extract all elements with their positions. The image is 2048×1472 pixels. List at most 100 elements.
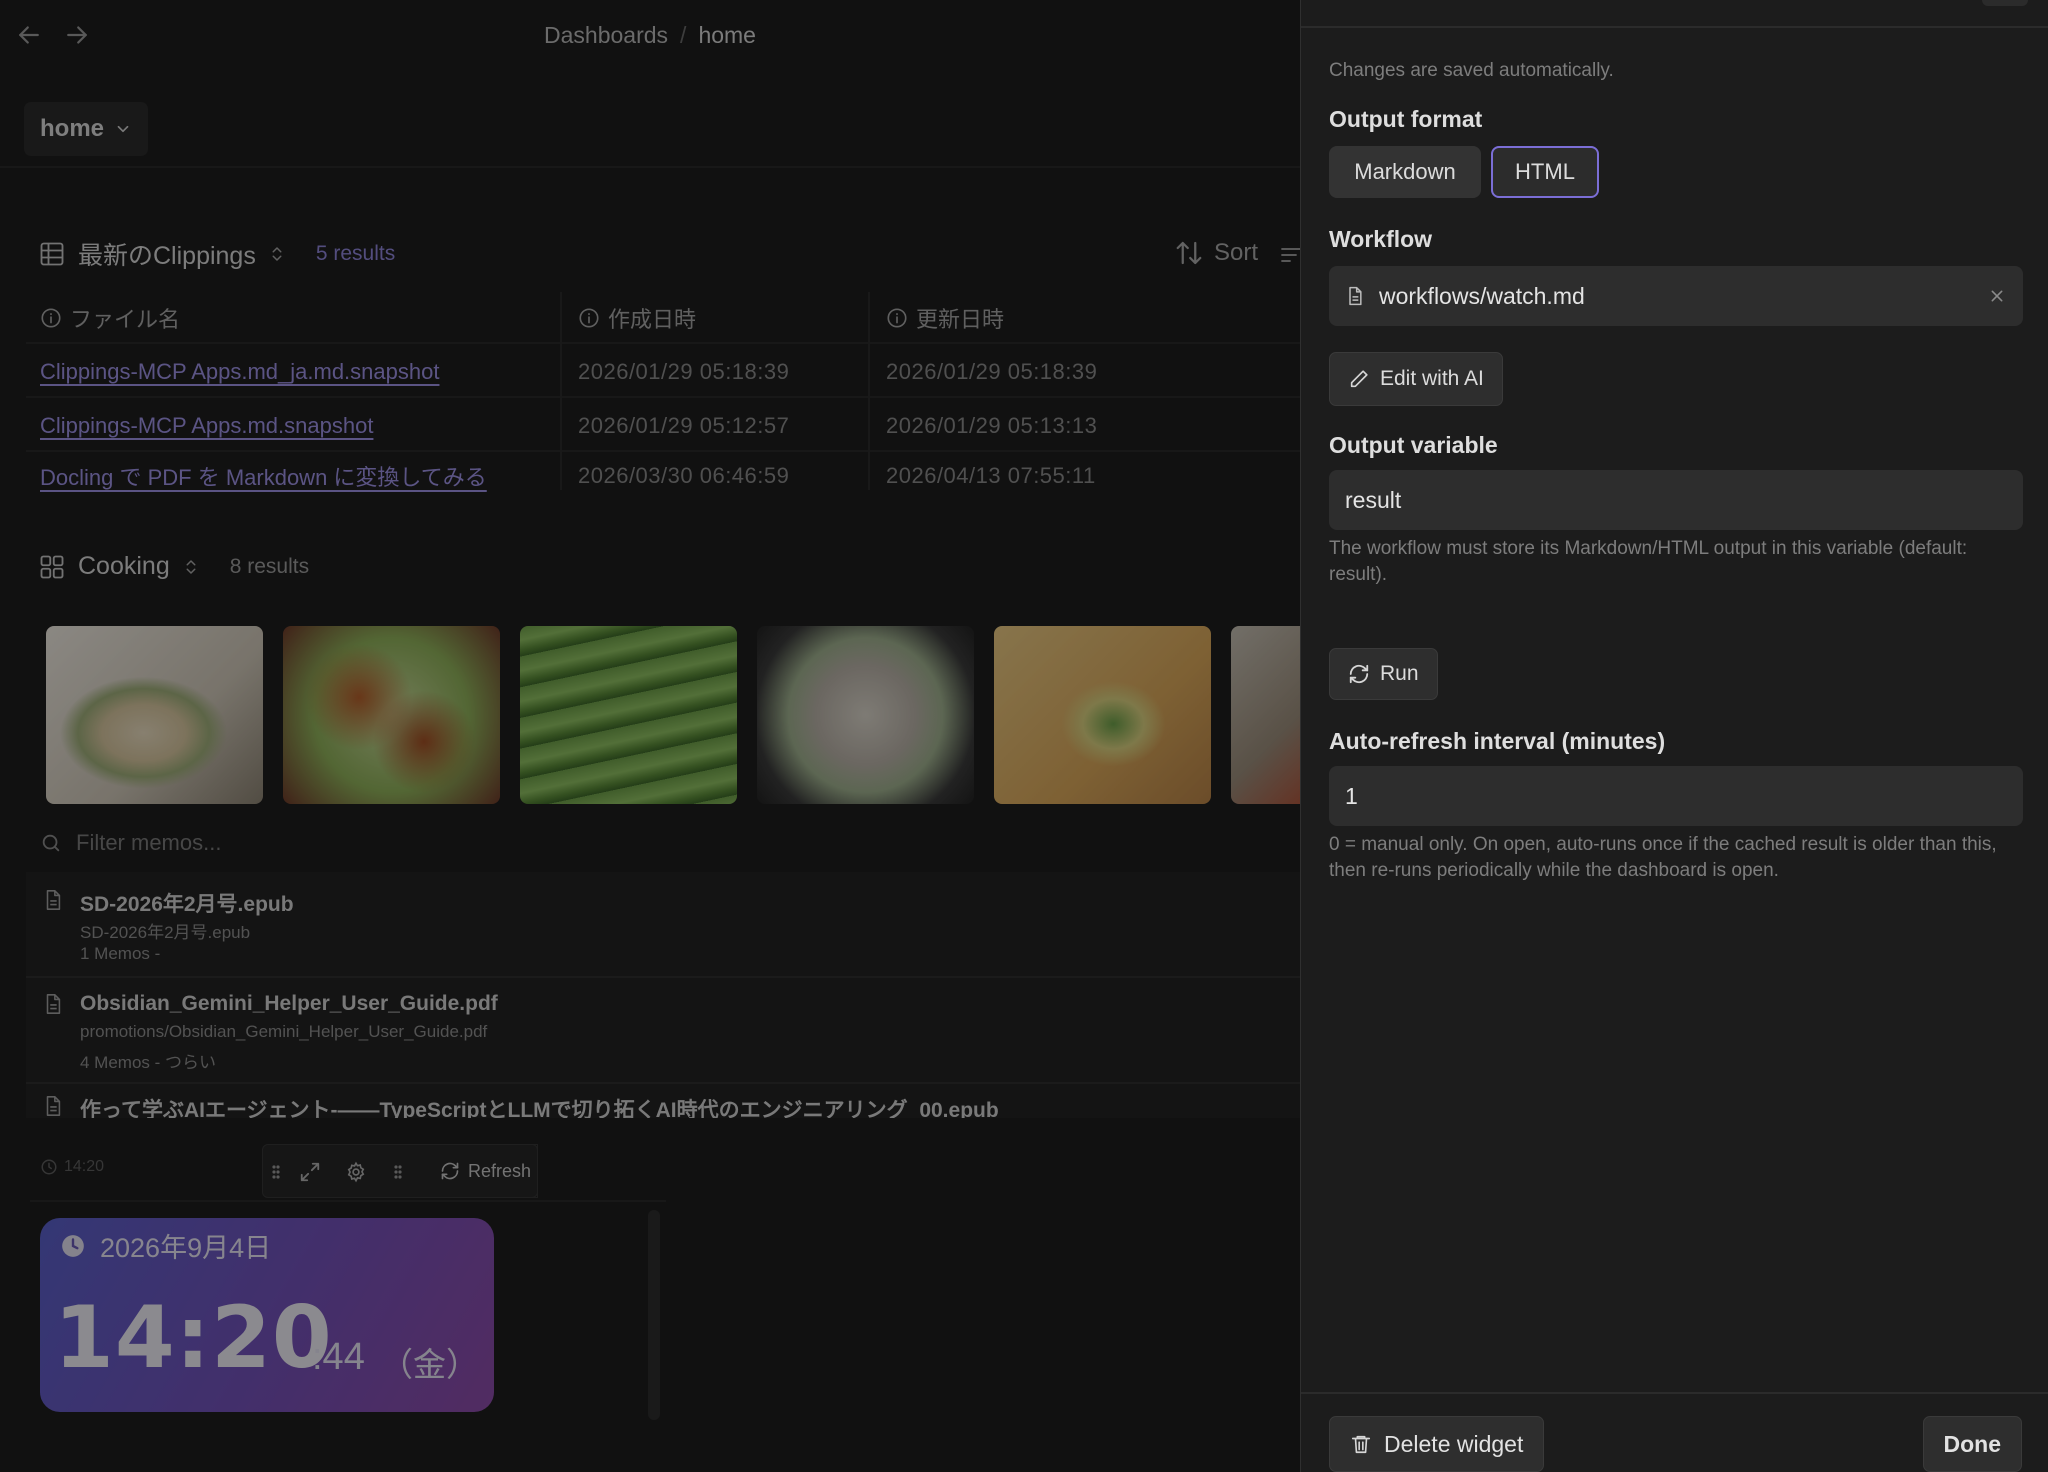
column-header-label: 更新日時 — [916, 307, 1005, 332]
divider — [1301, 26, 2048, 28]
dashboard-select[interactable]: home — [24, 102, 149, 156]
auto-refresh-value: 1 — [1345, 782, 1358, 809]
gallery-card[interactable] — [520, 626, 737, 804]
sort-button[interactable]: Sort — [1174, 238, 1258, 268]
divider — [30, 1200, 666, 1202]
list-item[interactable]: Obsidian_Gemini_Helper_User_Guide.pdf pr… — [26, 978, 1300, 1082]
memo-list: SD-2026年2月号.epub SD-2026年2月号.epub 1 Memo… — [26, 872, 1300, 1118]
list-item[interactable]: 作って学ぶAIエージェント-——TypeScriptとLLMで切り拓くAI時代の… — [26, 1084, 1300, 1118]
clippings-count: 5 results — [315, 242, 396, 265]
memo-filter[interactable]: Filter memos... — [40, 830, 221, 856]
trash-icon — [1350, 1432, 1372, 1456]
memo-title: Obsidian_Gemini_Helper_User_Guide.pdf — [80, 992, 498, 1015]
sort-icon — [1174, 238, 1204, 268]
row-divider — [26, 342, 1300, 344]
pencil-icon — [1348, 368, 1370, 390]
column-header[interactable]: 作成日時 — [578, 292, 696, 344]
column-header-label: 作成日時 — [608, 307, 697, 332]
widget-updated-time: 14:20 — [40, 1158, 104, 1176]
breadcrumb: Dashboards / home — [0, 22, 1300, 49]
file-icon — [42, 888, 64, 912]
gallery-card[interactable] — [994, 626, 1211, 804]
table-cell-link[interactable]: Docling で PDF を Markdown に変換してみる — [40, 452, 487, 500]
column-header-label: ファイル名 — [70, 307, 181, 332]
memo-meta: 1 Memos - — [80, 944, 161, 963]
row-divider — [26, 396, 1300, 398]
table-cell: 2026/01/29 05:13:13 — [886, 413, 1098, 438]
memo-filter-placeholder: Filter memos... — [76, 830, 222, 855]
cooking-title: Cooking — [78, 552, 170, 580]
output-variable-help: The workflow must store its Markdown/HTM… — [1329, 538, 1968, 585]
grid-icon — [38, 553, 66, 581]
column-header[interactable]: 更新日時 — [886, 292, 1004, 344]
divider — [1301, 1392, 2048, 1394]
gallery-card[interactable] — [1231, 626, 1300, 804]
column-divider — [560, 292, 562, 490]
table-cell: 2026/01/29 05:12:57 — [578, 413, 790, 438]
gallery-card[interactable] — [283, 626, 500, 804]
refresh-button[interactable]: Refresh — [428, 1144, 538, 1198]
workflow-field[interactable]: workflows/watch.md — [1329, 266, 2023, 326]
table-cell: 2026/01/29 05:18:39 — [578, 359, 790, 384]
column-divider — [868, 292, 870, 490]
breadcrumb-separator: / — [680, 22, 687, 48]
memo-path: promotions/Obsidian_Gemini_Helper_User_G… — [80, 1022, 488, 1041]
column-header[interactable]: ファイル名 — [40, 292, 180, 344]
panel-close-tab[interactable] — [1982, 0, 2028, 6]
list-item[interactable]: SD-2026年2月号.epub SD-2026年2月号.epub 1 Memo… — [26, 872, 1300, 976]
view-switch-icon[interactable] — [182, 555, 200, 579]
dashboard-select-value: home — [40, 115, 105, 142]
drag-handle-icon[interactable] — [391, 1161, 405, 1183]
clock-icon — [60, 1233, 86, 1259]
table-cell: 2026/03/30 06:46:59 — [578, 463, 790, 488]
clock-seconds: :44 — [312, 1336, 365, 1378]
sort-label: Sort — [1214, 239, 1259, 266]
refresh-icon — [1348, 663, 1370, 685]
expand-icon[interactable] — [299, 1161, 321, 1183]
output-variable-value: result — [1345, 486, 1402, 513]
edit-with-ai-label: Edit with AI — [1380, 367, 1484, 390]
breadcrumb-current[interactable]: home — [698, 22, 756, 48]
clear-icon[interactable] — [1989, 288, 2005, 304]
clock-date-row: 2026年9月4日 — [60, 1226, 271, 1265]
table-cell: 2026/04/13 07:55:11 — [886, 463, 1096, 488]
format-option-html[interactable]: HTML — [1491, 146, 1599, 198]
output-variable-label: Output variable — [1329, 432, 1498, 458]
gallery-card[interactable] — [757, 626, 974, 804]
clock-weekday: （金） — [380, 1346, 479, 1383]
memo-path: SD-2026年2月号.epub — [80, 923, 251, 942]
gallery-card[interactable] — [46, 626, 263, 804]
file-icon — [42, 1094, 64, 1118]
refresh-label: Refresh — [468, 1160, 532, 1181]
drag-handle-icon[interactable] — [269, 1161, 283, 1183]
filter-lines-icon[interactable] — [1280, 240, 1300, 270]
auto-refresh-input[interactable]: 1 — [1329, 766, 2023, 826]
format-option-markdown[interactable]: Markdown — [1329, 146, 1481, 198]
clippings-title: 最新のClippings — [78, 242, 256, 270]
output-variable-input[interactable]: result — [1329, 470, 2023, 530]
done-button[interactable]: Done — [1922, 1416, 2022, 1472]
breadcrumb-parent[interactable]: Dashboards — [544, 22, 668, 48]
table-cell-link[interactable]: Clippings-MCP Apps.md_ja.md.snapshot — [40, 346, 439, 398]
autosave-note: Changes are saved automatically. — [1329, 60, 1614, 81]
clippings-header: 最新のClippings 5 results — [38, 236, 395, 272]
auto-refresh-label: Auto-refresh interval (minutes) — [1329, 728, 1666, 754]
info-icon — [578, 307, 600, 329]
gear-icon[interactable] — [345, 1161, 367, 1183]
delete-widget-button[interactable]: Delete widget — [1329, 1416, 1545, 1472]
run-button[interactable]: Run — [1329, 648, 1438, 700]
chevron-down-icon — [114, 120, 132, 138]
memo-meta: 4 Memos - つらい — [80, 1053, 217, 1072]
table-cell: 2026/01/29 05:18:39 — [886, 359, 1098, 384]
file-icon — [1345, 285, 1365, 307]
delete-widget-label: Delete widget — [1384, 1430, 1524, 1457]
table-icon — [38, 240, 66, 268]
scrollbar[interactable] — [648, 1210, 660, 1420]
auto-refresh-help: 0 = manual only. On open, auto-runs once… — [1329, 834, 1997, 881]
table-cell-link[interactable]: Clippings-MCP Apps.md.snapshot — [40, 400, 373, 452]
edit-with-ai-button[interactable]: Edit with AI — [1329, 352, 1503, 406]
view-switch-icon[interactable] — [268, 242, 286, 266]
cooking-gallery — [46, 626, 1300, 804]
workflow-label: Workflow — [1329, 226, 1433, 252]
cooking-header: Cooking 8 results — [38, 552, 309, 581]
